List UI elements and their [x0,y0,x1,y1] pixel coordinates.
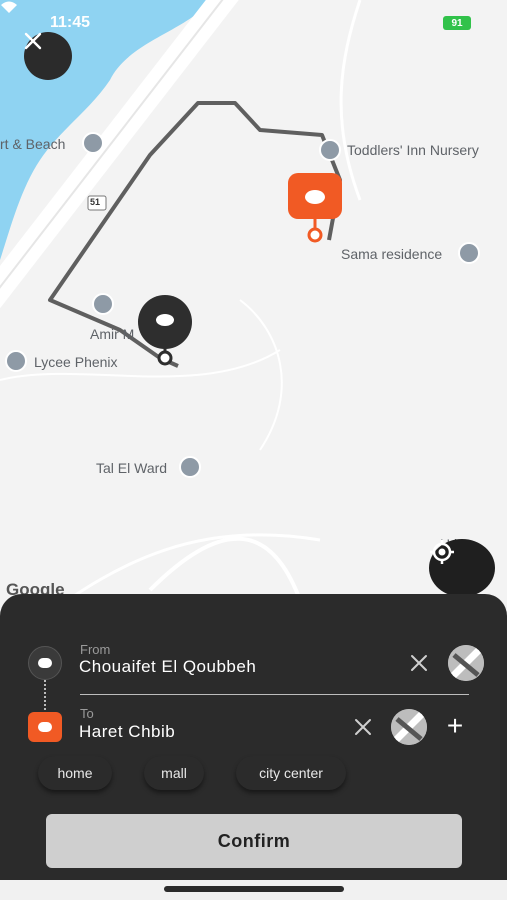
poi-toddlers-inn: Toddlers' Inn Nursery [347,142,479,158]
clear-to-icon[interactable] [352,716,374,738]
poi-tal-el-ward: Tal El Ward [96,460,168,476]
my-location-button[interactable] [429,539,495,597]
map-view[interactable]: 11:45 91 rt & Beach Toddlers' Inn Nurser… [0,0,507,620]
map-canvas [0,0,362,620]
to-label: To [80,706,94,721]
wifi-icon [1,1,17,13]
school-icon [319,139,341,161]
route-connector [44,680,46,714]
add-stop-button[interactable]: + [442,712,468,740]
pick-on-map-from-icon[interactable] [448,645,484,681]
poi-resort-beach: rt & Beach [0,136,66,152]
poi-lycee-phenix: Lycee Phenix [34,354,118,370]
poi-amir-m: Amir M [90,326,135,342]
pick-on-map-to-icon[interactable] [391,709,427,745]
road-number: 51 [90,197,101,207]
restaurant-icon [82,132,104,154]
chip-mall[interactable]: mall [144,756,204,790]
from-field[interactable]: Chouaifet El Qoubbeh [79,657,256,677]
place-pin-icon [458,242,480,264]
confirm-button[interactable]: Confirm [46,814,462,868]
divider [80,694,469,695]
chip-home[interactable]: home [38,756,112,790]
to-field[interactable]: Haret Chbib [79,722,175,742]
home-indicator[interactable] [164,886,344,892]
origin-pin-icon [28,646,62,680]
status-time: 11:45 [50,14,91,31]
clear-from-icon[interactable] [408,652,430,674]
poi-sama-residence: Sama residence [341,246,443,262]
close-icon [24,32,42,50]
shopping-icon [92,293,114,315]
close-button[interactable] [24,32,72,80]
destination-pin-icon [28,712,62,742]
chip-city-center[interactable]: city center [236,756,346,790]
from-label: From [80,642,111,657]
place-pin-icon [179,456,201,478]
crosshair-icon [430,540,454,564]
school-icon [5,350,27,372]
battery-icon: 91 [443,16,471,30]
